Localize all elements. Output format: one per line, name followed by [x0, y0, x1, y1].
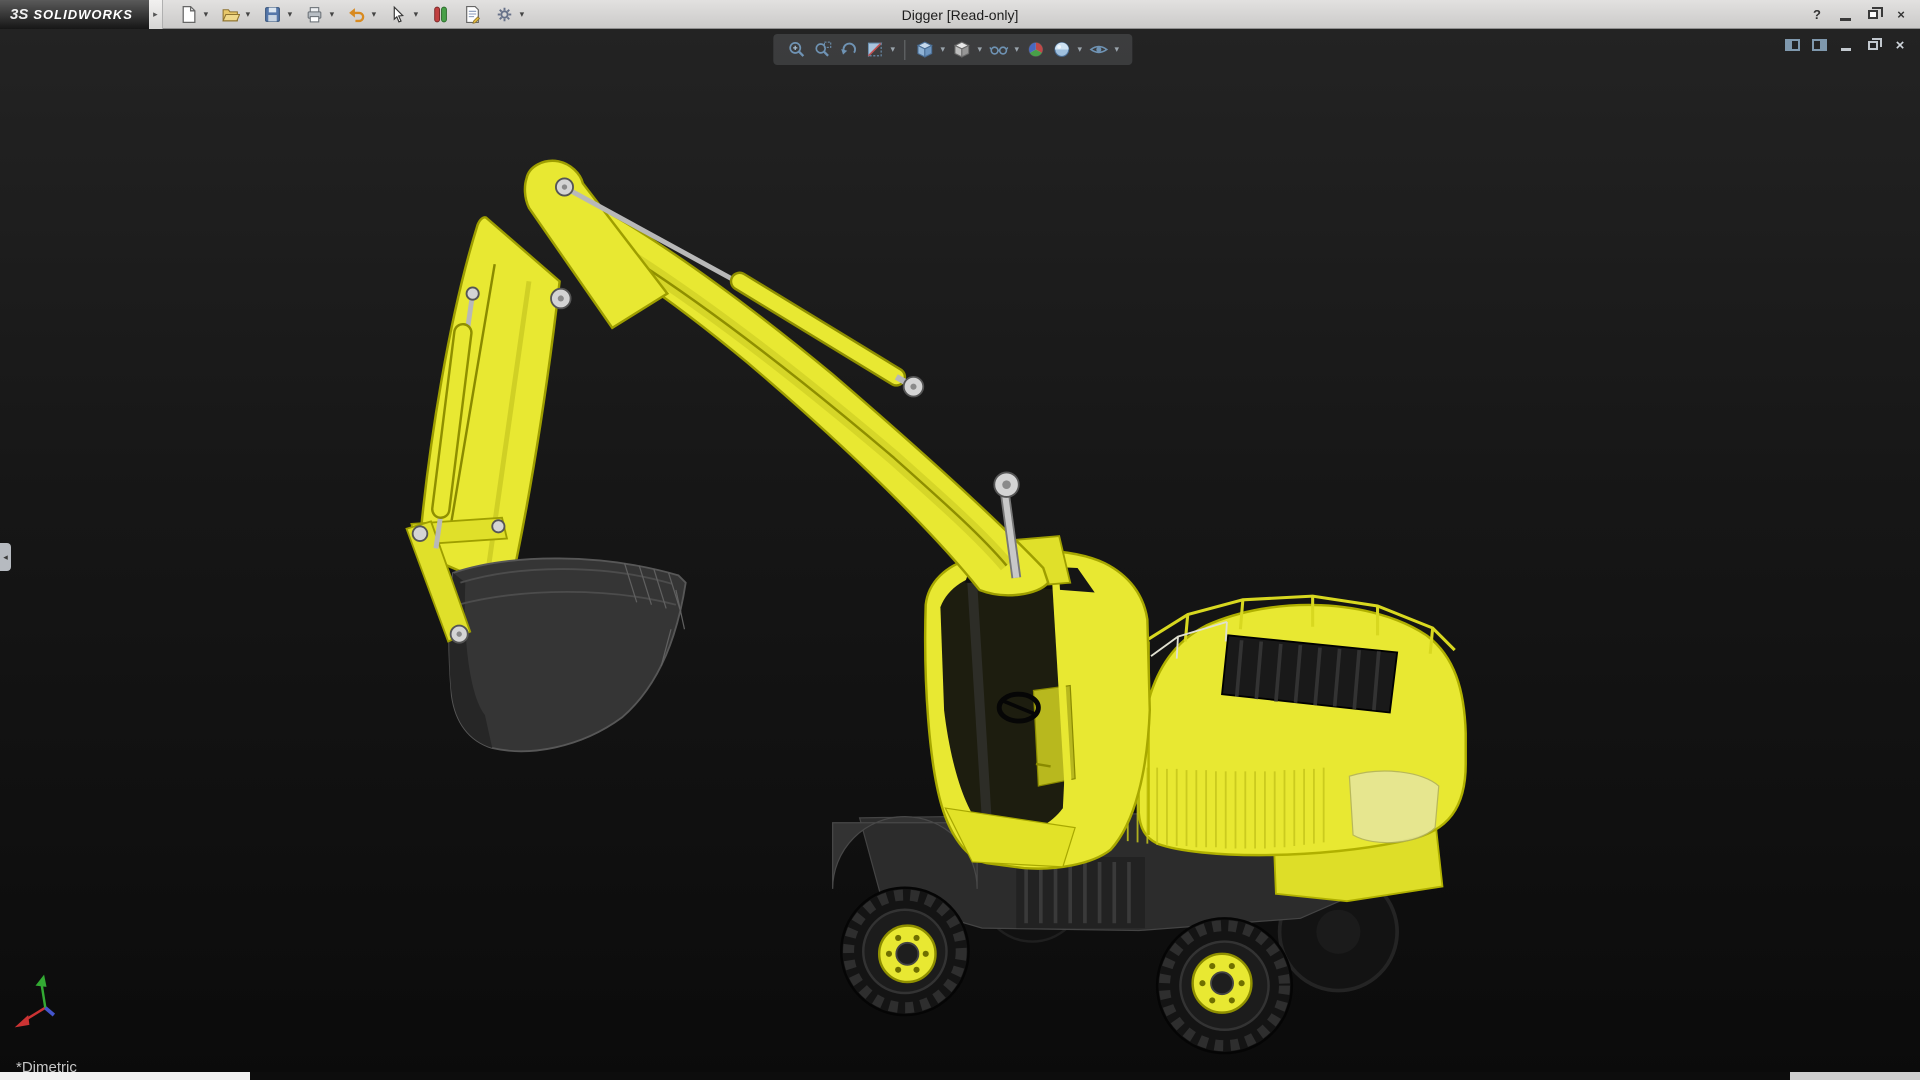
titlebar: 3S SOLIDWORKS ▸ ▾ ▾ ▾ ▾ ▾ ▾ ▾ Digger [Re… — [0, 0, 1920, 29]
coordinate-triad[interactable] — [14, 974, 56, 1028]
solidworks-logo-mark-icon: 3S — [10, 5, 29, 23]
close-button[interactable]: × — [1888, 4, 1914, 26]
previous-view-button[interactable] — [835, 37, 861, 62]
view-orientation-label: *Dimetric — [16, 1059, 77, 1076]
solidworks-logo: 3S SOLIDWORKS — [0, 0, 149, 29]
featuremanager-pane-button[interactable] — [1782, 36, 1802, 54]
solidworks-logo-text: SOLIDWORKS — [33, 6, 133, 22]
section-view-button[interactable] — [861, 37, 887, 62]
minimize-icon — [1841, 48, 1851, 51]
chevron-down-icon[interactable]: ▾ — [1011, 44, 1022, 55]
toolbar-separator — [904, 39, 906, 60]
print-icon — [308, 6, 322, 22]
undo-button[interactable] — [345, 2, 369, 26]
print-button[interactable] — [303, 2, 327, 26]
chevron-down-icon[interactable]: ▾ — [243, 9, 253, 20]
new-document-icon — [183, 5, 196, 23]
gear-icon — [498, 7, 512, 21]
minimize-button[interactable] — [1832, 4, 1858, 26]
document-window-controls: × — [1782, 36, 1910, 54]
display-style-icon — [953, 41, 970, 58]
chevron-down-icon[interactable]: ▾ — [937, 44, 948, 55]
zoom-to-area-button[interactable] — [809, 37, 835, 62]
quick-access-toolbar: ▾ ▾ ▾ ▾ ▾ ▾ ▾ — [177, 2, 533, 26]
menu-expand-arrow-icon[interactable]: ▸ — [148, 0, 163, 29]
open-button[interactable] — [219, 2, 243, 26]
options-button[interactable] — [493, 2, 517, 26]
zoom-to-fit-icon — [788, 42, 804, 57]
rebuild-button[interactable] — [429, 2, 453, 26]
minimize-icon — [1839, 17, 1851, 21]
boom-arm[interactable] — [417, 159, 1072, 597]
status-bar — [0, 1072, 1920, 1080]
restore-button[interactable] — [1860, 4, 1886, 26]
chevron-down-icon[interactable]: ▾ — [327, 9, 337, 20]
file-properties-icon — [466, 5, 481, 24]
model-canvas[interactable] — [0, 29, 1920, 1080]
zoom-to-area-icon — [814, 41, 831, 57]
save-button[interactable] — [261, 2, 285, 26]
restore-icon — [1868, 37, 1882, 50]
rebuild-icon — [434, 6, 448, 22]
zoom-to-fit-button[interactable] — [783, 37, 809, 62]
status-bar-right — [1790, 1072, 1920, 1080]
undo-icon — [349, 7, 365, 22]
chevron-down-icon[interactable]: ▾ — [517, 9, 527, 20]
bucket[interactable] — [448, 557, 687, 753]
view-settings-eye-icon — [1089, 45, 1108, 54]
view-orientation-button[interactable] — [911, 37, 937, 62]
chevron-down-icon[interactable]: ▾ — [1111, 44, 1122, 55]
document-close-button[interactable]: × — [1890, 36, 1910, 54]
view-orientation-cube-icon — [916, 41, 933, 58]
apply-scene-button[interactable] — [1048, 37, 1074, 62]
chevron-down-icon[interactable]: ▾ — [887, 44, 898, 55]
document-restore-button[interactable] — [1863, 36, 1883, 54]
save-icon — [265, 6, 281, 22]
status-bar-middle — [250, 1072, 1790, 1080]
display-pane-button[interactable] — [1809, 36, 1829, 54]
document-minimize-button[interactable] — [1836, 36, 1856, 54]
edit-appearance-button[interactable] — [1022, 37, 1048, 62]
help-button[interactable]: ? — [1804, 4, 1830, 26]
previous-view-icon — [840, 42, 856, 55]
open-folder-icon — [222, 8, 241, 21]
panel-left-icon — [1784, 39, 1800, 51]
section-view-icon — [867, 42, 882, 58]
file-properties-button[interactable] — [461, 2, 485, 26]
view-settings-button[interactable] — [1085, 37, 1111, 62]
featuremanager-collapse-tab[interactable]: ◂ — [0, 543, 11, 571]
hide-show-items-button[interactable] — [985, 37, 1011, 62]
chevron-down-icon[interactable]: ▾ — [1074, 44, 1085, 55]
display-style-button[interactable] — [948, 37, 974, 62]
window-title: Digger [Read-only] — [901, 6, 1019, 23]
graphics-viewport[interactable]: ▾ ▾ ▾ ▾ ▾ ▾ × ◂ *Dimetric — [0, 29, 1920, 1080]
panel-right-icon — [1811, 39, 1827, 51]
cab[interactable] — [923, 549, 1152, 870]
hide-show-items-icon — [988, 46, 1008, 55]
window-controls: ? × — [1804, 0, 1914, 29]
chevron-down-icon[interactable]: ▾ — [369, 9, 379, 20]
apply-scene-icon — [1053, 42, 1069, 57]
rear-left-wheel[interactable] — [1155, 917, 1294, 1055]
chevron-down-icon[interactable]: ▾ — [411, 9, 421, 20]
restore-icon — [1868, 7, 1883, 19]
chevron-down-icon[interactable]: ▾ — [201, 9, 211, 20]
select-button[interactable] — [387, 2, 411, 26]
select-cursor-icon — [394, 5, 405, 23]
chevron-down-icon[interactable]: ▾ — [974, 44, 985, 55]
chevron-down-icon[interactable]: ▾ — [285, 9, 295, 20]
heads-up-view-toolbar: ▾ ▾ ▾ ▾ ▾ ▾ — [773, 34, 1133, 65]
edit-appearance-icon — [1028, 42, 1043, 57]
front-left-wheel[interactable] — [840, 886, 970, 1017]
new-document-button[interactable] — [177, 2, 201, 26]
